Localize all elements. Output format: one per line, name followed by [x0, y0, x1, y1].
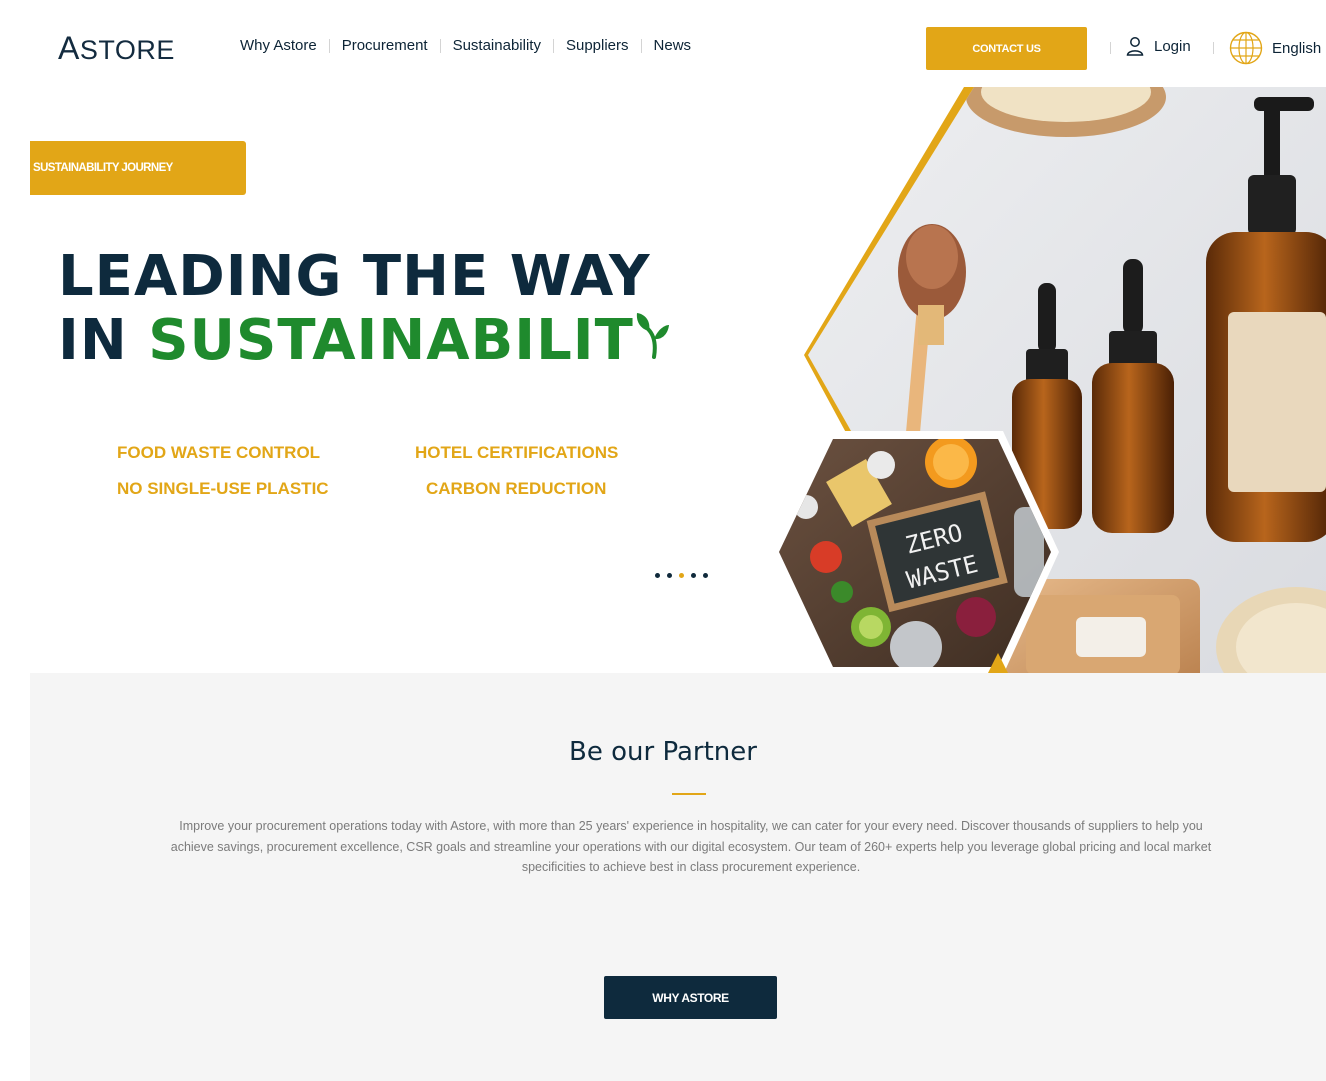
contact-us-button[interactable]: CONTACT US — [926, 27, 1087, 70]
login-label: Login — [1154, 37, 1191, 55]
slider-dot[interactable] — [655, 573, 660, 578]
nav-divider — [552, 38, 554, 53]
slider-dot[interactable] — [667, 573, 672, 578]
hero-headline: LEADING THE WAY IN SUSTAINABILIT — [58, 245, 670, 373]
site-header: ASTORE Why Astore Procurement Sustainabi… — [0, 0, 1326, 90]
nav-news[interactable]: News — [654, 37, 692, 54]
nav-why-astore[interactable]: Why Astore — [240, 37, 317, 54]
feature-hotel-certifications: HOTEL CERTIFICATIONS — [415, 443, 619, 462]
slider-dot[interactable] — [691, 573, 696, 578]
headline-line-2-green: SUSTAINABILIT — [148, 308, 634, 373]
nav-procurement[interactable]: Procurement — [342, 37, 428, 54]
user-icon — [1126, 37, 1144, 56]
sprout-icon — [636, 313, 669, 359]
header-divider — [1110, 42, 1111, 54]
slider-dot[interactable] — [703, 573, 708, 578]
nav-sustainability[interactable]: Sustainability — [453, 37, 541, 54]
partner-title: Be our Partner — [569, 737, 757, 767]
headline-line-1: LEADING THE WAY — [58, 244, 651, 309]
nav-divider — [328, 38, 330, 53]
feature-food-waste-control: FOOD WASTE CONTROL — [117, 443, 321, 462]
why-astore-button[interactable]: WHY ASTORE — [604, 976, 777, 1019]
astore-logo[interactable]: ASTORE — [58, 32, 175, 66]
nav-divider — [439, 38, 441, 53]
main-nav: Why Astore Procurement Sustainability Su… — [240, 37, 691, 54]
title-underline — [672, 793, 706, 795]
sustainability-journey-badge[interactable]: SUSTAINABILITY JOURNEY — [30, 141, 246, 195]
header-divider — [1213, 42, 1214, 54]
login-link[interactable]: Login — [1126, 36, 1191, 56]
headline-line-2-prefix: IN — [58, 308, 149, 373]
feature-carbon-reduction: CARBON REDUCTION — [426, 479, 607, 498]
language-selector[interactable]: English — [1229, 31, 1321, 65]
partner-description: Improve your procurement operations toda… — [170, 819, 1212, 874]
nav-suppliers[interactable]: Suppliers — [566, 37, 629, 54]
feature-no-single-use-plastic: NO SINGLE-USE PLASTIC — [117, 479, 329, 498]
slider-dots — [655, 573, 715, 578]
nav-divider — [640, 38, 642, 53]
globe-icon — [1229, 31, 1263, 65]
slider-dot-active[interactable] — [679, 573, 684, 578]
hero-product-image: ZERO WASTE — [776, 87, 1326, 673]
language-label: English — [1272, 39, 1322, 57]
